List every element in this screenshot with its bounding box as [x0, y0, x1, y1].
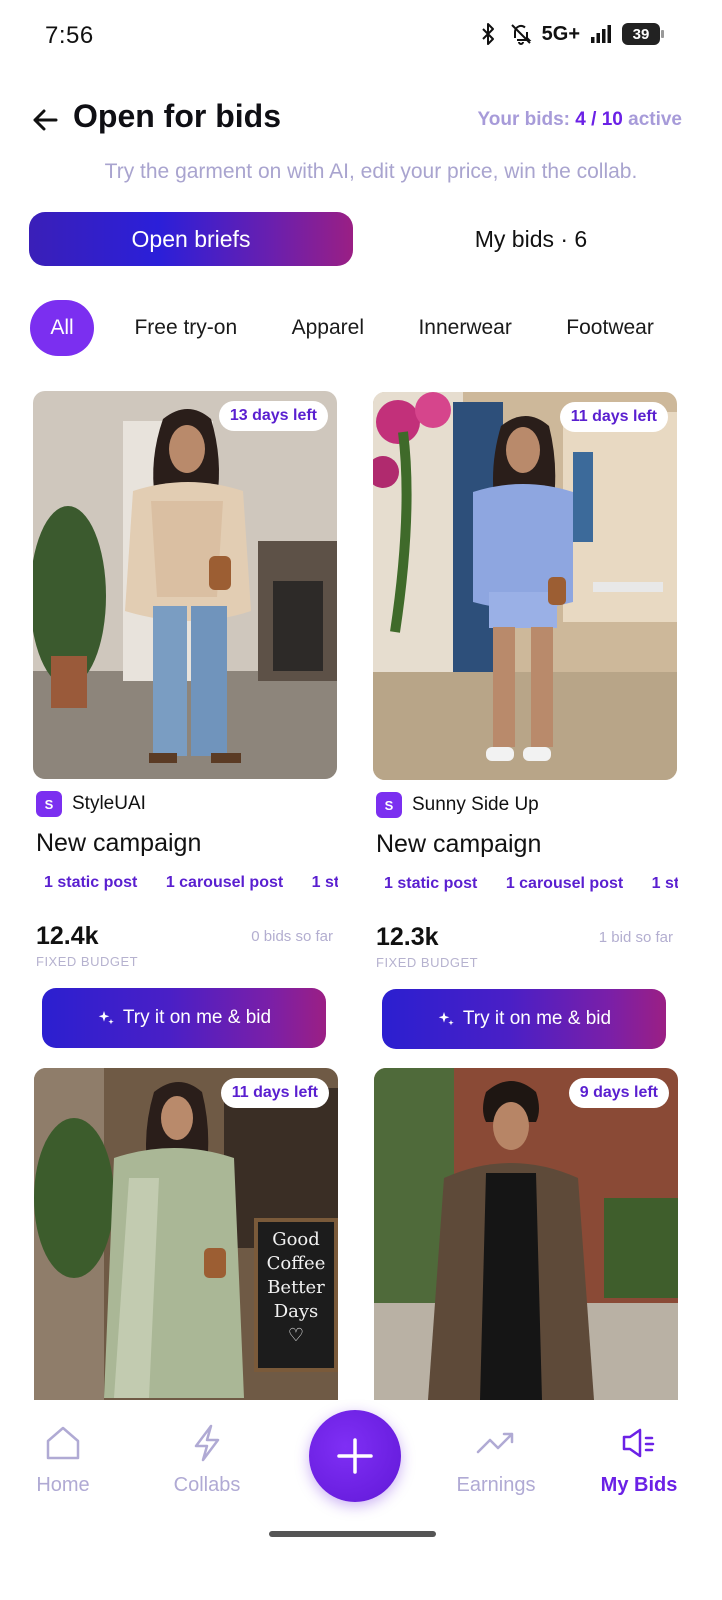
- try-on-bid-button[interactable]: Try it on me & bid: [382, 989, 666, 1049]
- bids-status-prefix: Your bids:: [477, 109, 571, 130]
- deliverables-list: 1 static post 1 carousel post 1 story: [44, 874, 338, 896]
- tab-switcher: Open briefs My bids · 6: [29, 212, 693, 267]
- brand-avatar: S: [376, 792, 402, 818]
- campaign-photo[interactable]: Good Coffee Better Days ♡ 11 days left: [34, 1068, 338, 1400]
- deliverable-item: 1 static post: [44, 874, 138, 891]
- chalkboard-line: Days: [273, 1301, 319, 1322]
- nav-collabs-label: Collabs: [173, 1474, 241, 1496]
- chalkboard-line: Better: [267, 1277, 325, 1298]
- page-subtitle: Try the garment on with AI, edit your pr…: [104, 160, 638, 183]
- status-icons: 5G+ 39: [476, 22, 664, 46]
- megaphone-icon: [622, 1428, 655, 1458]
- try-on-bid-label: Try it on me & bid: [122, 1007, 272, 1028]
- battery-icon: 39: [622, 23, 664, 45]
- tab-my-bids[interactable]: My bids · 6: [369, 212, 693, 266]
- filter-chip-all[interactable]: All: [30, 300, 94, 356]
- days-left-badge: 13 days left: [218, 401, 328, 431]
- campaign-photo[interactable]: 9 days left: [374, 1068, 678, 1400]
- brand-name: Sunny Side Up: [412, 794, 539, 815]
- days-left-badge: 11 days left: [559, 402, 668, 432]
- model-photo-image: [373, 392, 677, 780]
- model-photo-image: [33, 391, 337, 779]
- bids-count: 0 bids so far: [251, 928, 333, 945]
- brand-row: S StyleUAI: [33, 791, 337, 817]
- home-icon: [46, 1426, 80, 1460]
- lightning-icon: [194, 1424, 220, 1462]
- deliverable-item: 1 carousel post: [165, 874, 284, 891]
- filter-chip-innerwear[interactable]: Innerwear: [400, 300, 529, 356]
- filter-chip-apparel[interactable]: Apparel: [274, 300, 382, 356]
- chalkboard-line: Coffee: [266, 1253, 326, 1274]
- back-arrow-icon[interactable]: [28, 103, 62, 137]
- filter-chip-footwear[interactable]: Footwear: [548, 300, 672, 356]
- brief-card[interactable]: 11 days left S Sunny Side Up New campaig…: [373, 392, 678, 1049]
- mute-icon: [510, 24, 532, 45]
- budget-row: 12.4k FIXED BUDGET 0 bids so far: [33, 922, 337, 970]
- brief-card[interactable]: 9 days left: [374, 1068, 678, 1400]
- bluetooth-icon: [481, 23, 494, 45]
- tab-open-briefs[interactable]: Open briefs: [29, 212, 353, 266]
- page-title: Open for bids: [73, 98, 281, 134]
- bids-status-suffix: active: [628, 109, 682, 130]
- nav-my-bids-label: My Bids: [600, 1474, 678, 1496]
- days-left-badge: 9 days left: [568, 1078, 669, 1108]
- try-on-bid-label: Try it on me & bid: [462, 1008, 612, 1029]
- chalkboard-line: Good: [272, 1229, 320, 1250]
- budget-label: FIXED BUDGET: [36, 954, 139, 969]
- network-label: 5G+: [541, 22, 580, 45]
- campaign-photo[interactable]: 11 days left: [373, 392, 677, 780]
- nav-my-bids[interactable]: My Bids: [579, 1424, 699, 1497]
- campaign-title: New campaign: [36, 829, 202, 857]
- nav-earnings-label: Earnings: [456, 1474, 536, 1496]
- budget-value: 12.3k: [376, 923, 439, 951]
- bottom-nav: Home Collabs Earnings My Bids: [0, 1400, 722, 1600]
- deliverables-list: 1 static post 1 carousel post 1 story: [384, 875, 678, 897]
- brand-row: S Sunny Side Up: [373, 792, 677, 818]
- page-header: Open for bids Your bids: 4 / 10 active: [0, 95, 722, 145]
- nav-home[interactable]: Home: [3, 1424, 123, 1497]
- chalkboard-line: ♡: [287, 1325, 305, 1346]
- signal-icon: [591, 25, 611, 43]
- deliverable-item: 1 static post: [384, 875, 478, 892]
- nav-home-label: Home: [36, 1474, 90, 1496]
- sparkle-icon: [98, 1011, 114, 1025]
- model-photo-image: [374, 1068, 678, 1400]
- nav-collabs[interactable]: Collabs: [147, 1424, 267, 1497]
- plus-icon: [337, 1438, 373, 1474]
- bids-status-count: 4 / 10: [575, 109, 623, 130]
- nav-earnings[interactable]: Earnings: [436, 1424, 556, 1497]
- deliverable-item: 1 carousel post: [505, 875, 624, 892]
- deliverable-item: 1 story: [311, 874, 338, 891]
- trending-up-icon: [476, 1432, 514, 1454]
- brief-card[interactable]: 13 days left S StyleUAI New campaign 1 s…: [33, 391, 338, 1048]
- chalkboard-sign: Good Coffee Better Days ♡: [256, 1228, 336, 1348]
- deliverable-item: 1 story: [651, 875, 678, 892]
- bids-count: 1 bid so far: [598, 929, 673, 946]
- brand-name: StyleUAI: [72, 793, 146, 814]
- filter-chip-free-try-on[interactable]: Free try-on: [116, 300, 255, 356]
- filter-chips: All Free try-on Apparel Innerwear Footwe…: [30, 300, 692, 356]
- sparkle-icon: [438, 1012, 454, 1026]
- brief-card[interactable]: Good Coffee Better Days ♡ 11 days left: [34, 1068, 338, 1400]
- status-time: 7:56: [45, 22, 94, 49]
- budget-row: 12.3k FIXED BUDGET 1 bid so far: [373, 923, 677, 971]
- home-indicator[interactable]: [269, 1531, 436, 1537]
- status-bar: 7:56 5G+ 39: [0, 0, 722, 72]
- campaign-title: New campaign: [376, 830, 542, 858]
- days-left-badge: 11 days left: [220, 1078, 329, 1108]
- budget-value: 12.4k: [36, 922, 99, 950]
- try-on-bid-button[interactable]: Try it on me & bid: [42, 988, 326, 1048]
- bids-status: Your bids: 4 / 10 active: [477, 109, 682, 131]
- campaign-photo[interactable]: 13 days left: [33, 391, 337, 779]
- brand-avatar: S: [36, 791, 62, 817]
- add-button[interactable]: [309, 1410, 401, 1502]
- budget-label: FIXED BUDGET: [376, 955, 479, 970]
